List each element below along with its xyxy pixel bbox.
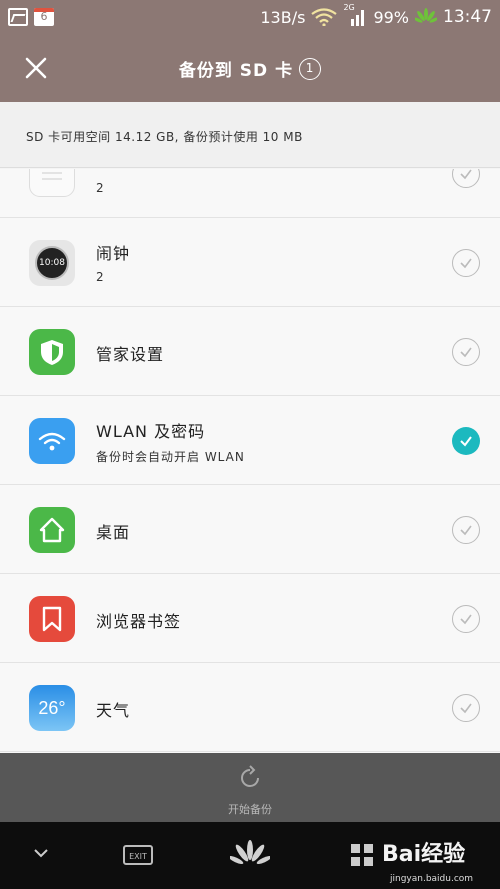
list-item-manager-settings[interactable]: 管家设置 [0,307,500,396]
item-count: 2 [96,270,105,284]
item-name: 桌面 [96,523,131,542]
start-backup-button[interactable]: 开始备份 [0,753,500,822]
list-item-notes[interactable]: 2 [0,169,500,218]
item-name: WLAN 及密码 [96,422,206,441]
clock-time: 13:47 [443,7,492,27]
watermark-url: jingyan.baidu.com [390,874,474,884]
battery-percent: 99% [373,7,409,27]
step-badge: 1 [299,57,322,80]
weather-icon: 26° [29,685,75,731]
chevron-down-icon[interactable] [32,846,50,860]
notes-icon [29,169,75,197]
start-backup-label: 开始备份 [228,803,272,816]
baidu-watermark: Bai经验 jingyan.baidu.com [382,836,473,884]
bookmark-icon [29,596,75,642]
storage-info-text: SD 卡可用空间 14.12 GB, 备份预计使用 10 MB [26,130,303,144]
select-checkbox[interactable] [452,605,480,633]
cell-signal-icon: 2G [343,3,367,27]
exit-label: EXIT [129,852,147,861]
net-speed: 13B/s [260,7,306,27]
select-checkbox[interactable] [452,694,480,722]
image-notification-icon [8,8,28,26]
list-item-alarm[interactable]: 10:08 闹钟 2 [0,218,500,307]
menu-grid-icon[interactable] [350,843,374,867]
huawei-home-icon[interactable] [230,840,270,870]
select-checkbox[interactable] [452,516,480,544]
exit-icon[interactable]: EXIT [121,844,155,866]
item-name: 管家设置 [96,345,165,364]
list-item-desktop[interactable]: 桌面 [0,485,500,574]
clock-face: 10:08 [35,246,69,280]
storage-info-bar: SD 卡可用空间 14.12 GB, 备份预计使用 10 MB [0,102,500,168]
list-item-browser-bookmarks[interactable]: 浏览器书签 [0,574,500,663]
title-bar: 备份到 SD 卡1 [0,36,500,102]
backup-item-list[interactable]: 2 10:08 闹钟 2 管家设置 WLAN 及密码 备份时会自动开启 WLAN… [0,169,500,753]
huawei-battery-icon [415,8,437,23]
weather-temp: 26° [38,697,66,718]
network-type: 2G [343,3,355,12]
page-title: 备份到 SD 卡1 [0,56,500,81]
clock-icon: 10:08 [29,240,75,286]
watermark-brand: Bai经验 [382,842,466,867]
list-item-wlan[interactable]: WLAN 及密码 备份时会自动开启 WLAN [0,396,500,485]
wifi-signal-icon [311,8,338,26]
item-count: 2 [96,181,105,195]
wifi-icon [29,418,75,464]
list-item-weather[interactable]: 26° 天气 [0,663,500,752]
refresh-icon [241,765,259,787]
select-checkbox[interactable] [452,249,480,277]
calendar-notification-icon: 6 [34,8,54,26]
select-checkbox[interactable] [452,169,480,188]
item-name: 天气 [96,701,131,720]
select-checkbox[interactable] [452,338,480,366]
phone-manager-icon [29,329,75,375]
item-note: 备份时会自动开启 WLAN [96,450,245,464]
navigation-bar: EXIT Bai经验 jingyan.baidu.com [0,822,500,889]
item-name: 闹钟 [96,244,131,263]
status-bar: 6 13B/s 2G 99% 13:47 [0,0,500,36]
select-checkbox-checked[interactable] [452,427,480,455]
item-name: 浏览器书签 [96,612,182,631]
home-icon [29,507,75,553]
page-title-text: 备份到 SD 卡 [178,61,294,81]
